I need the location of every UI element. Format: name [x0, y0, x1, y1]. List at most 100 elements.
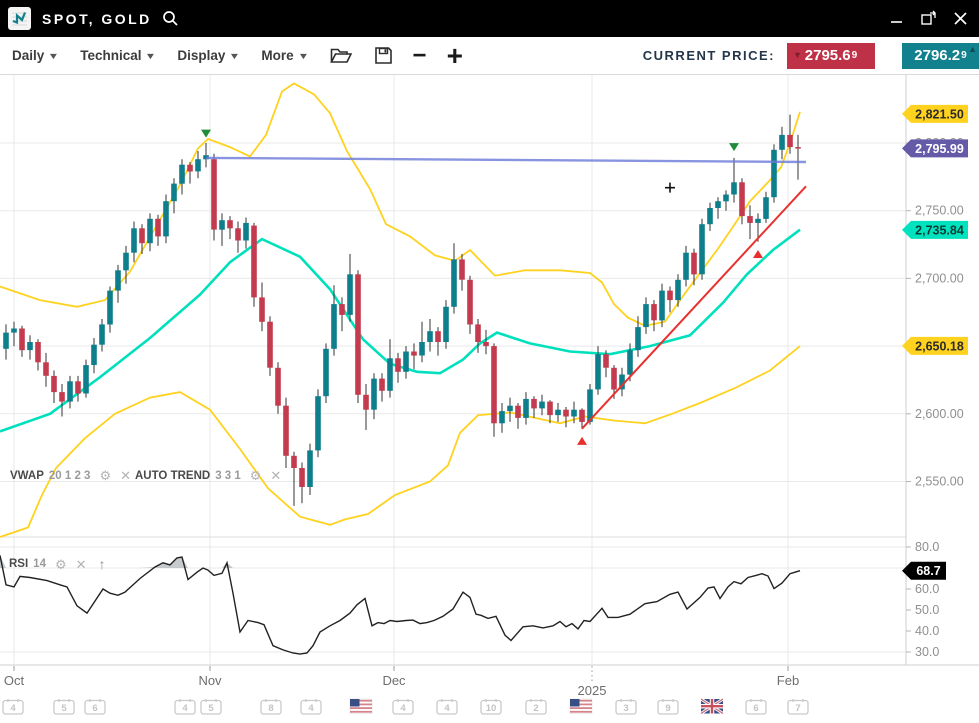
calendar-event-icon: 3 — [616, 699, 636, 714]
gear-icon[interactable]: ⚙ — [250, 469, 262, 482]
svg-text:2: 2 — [533, 703, 538, 714]
close-icon[interactable]: ✕ — [270, 469, 281, 482]
svg-text:Feb: Feb — [777, 673, 799, 688]
svg-text:2,750.00: 2,750.00 — [915, 204, 964, 218]
vwap-label: VWAP — [10, 470, 44, 482]
svg-text:4: 4 — [10, 703, 16, 714]
menu-technical-label: Technical — [80, 48, 141, 63]
bid-price-value: 2795.6 — [805, 47, 851, 64]
svg-text:4: 4 — [444, 703, 450, 714]
app-logo-icon — [8, 7, 31, 30]
calendar-events-row[interactable]: 4564584441023967 — [3, 699, 808, 714]
svg-text:2,700.00: 2,700.00 — [915, 271, 964, 285]
current-price-label: CURRENT PRICE: — [643, 48, 775, 63]
calendar-event-icon: 8 — [261, 699, 281, 714]
down-arrow-icon: ▼ — [793, 51, 802, 60]
svg-text:68.7: 68.7 — [916, 564, 940, 578]
calendar-event-icon: 5 — [54, 699, 74, 714]
open-folder-icon[interactable] — [330, 47, 352, 64]
svg-text:60.0: 60.0 — [915, 582, 939, 596]
svg-text:2,650.18: 2,650.18 — [915, 339, 964, 353]
chevron-down-icon: ▼ — [145, 51, 157, 61]
calendar-event-icon: 4 — [3, 699, 23, 714]
rsi-params: 14 — [33, 558, 46, 570]
svg-text:80.0: 80.0 — [915, 540, 939, 554]
chevron-down-icon: ▼ — [229, 51, 241, 61]
calendar-event-icon: 5 — [201, 699, 221, 714]
svg-text:Nov: Nov — [198, 673, 222, 688]
menu-timeframe-label: Daily — [12, 48, 44, 63]
menu-more-label: More — [261, 48, 293, 63]
ask-price-badge: ▲ 2796.29 — [902, 43, 979, 69]
chevron-down-icon: ▼ — [297, 51, 309, 61]
calendar-event-icon: 6 — [746, 699, 766, 714]
menu-display[interactable]: Display ▼ — [177, 48, 239, 63]
calendar-event-icon: 2 — [526, 699, 546, 714]
calendar-event-icon: 9 — [658, 699, 678, 714]
autotrend-params: 3 3 1 — [215, 470, 241, 482]
svg-text:6: 6 — [92, 703, 97, 714]
close-icon[interactable] — [947, 6, 973, 32]
menu-technical[interactable]: Technical ▼ — [80, 48, 155, 63]
candlesticks — [3, 115, 801, 506]
svg-text:3: 3 — [623, 703, 628, 714]
menu-more[interactable]: More ▼ — [261, 48, 307, 63]
price-chart-svg[interactable]: 2,800.002,750.002,700.002,650.002,600.00… — [0, 75, 979, 723]
svg-text:6: 6 — [753, 703, 758, 714]
autotrend-indicator-legend: AUTO TREND 3 3 1 ⚙ ✕ — [135, 469, 281, 482]
menu-timeframe[interactable]: Daily ▼ — [12, 48, 58, 63]
menu-display-label: Display — [177, 48, 225, 63]
svg-text:7: 7 — [795, 703, 800, 714]
price-badges: 2,821.50 2,795.99 2,735.84 2,650.18 68.7 — [902, 105, 968, 580]
svg-text:2,600.00: 2,600.00 — [915, 407, 964, 421]
gear-icon[interactable]: ⚙ — [99, 469, 111, 482]
calendar-event-icon: 4 — [437, 699, 457, 714]
svg-text:4: 4 — [400, 703, 406, 714]
symbol-title: SPOT, GOLD — [42, 11, 152, 27]
vwap-params: 20 1 2 3 — [49, 470, 91, 482]
vwap-indicator-legend: VWAP 20 1 2 3 ⚙ ✕ — [10, 469, 131, 482]
calendar-event-icon: 4 — [175, 699, 195, 714]
svg-text:40.0: 40.0 — [915, 624, 939, 638]
calendar-event-icon: 4 — [393, 699, 413, 714]
close-icon[interactable]: ✕ — [120, 469, 131, 482]
gear-icon[interactable]: ⚙ — [55, 558, 67, 571]
save-icon[interactable] — [374, 46, 393, 65]
zoom-out-button[interactable]: − — [413, 46, 427, 66]
trading-app-window: SPOT, GOLD Daily ▼ — [0, 0, 979, 723]
us-flag-icon — [570, 699, 592, 714]
svg-text:2025: 2025 — [578, 683, 607, 698]
search-icon[interactable] — [162, 10, 179, 27]
svg-text:4: 4 — [182, 703, 188, 714]
bid-price-badge: ▼ 2795.69 — [787, 43, 875, 69]
uk-flag-icon — [701, 699, 723, 714]
svg-text:2,550.00: 2,550.00 — [915, 475, 964, 489]
svg-text:2,821.50: 2,821.50 — [915, 107, 964, 121]
autotrend-label: AUTO TREND — [135, 470, 210, 482]
up-arrow-icon: ▲ — [968, 45, 977, 54]
svg-text:2,735.84: 2,735.84 — [915, 223, 964, 237]
ask-price-value: 2796.2 — [914, 47, 960, 64]
svg-text:5: 5 — [61, 703, 67, 714]
calendar-event-icon: 4 — [301, 699, 321, 714]
chart-toolbar: Daily ▼ Technical ▼ Display ▼ More ▼ — [0, 37, 979, 75]
close-icon[interactable]: ✕ — [76, 558, 87, 571]
rsi-pane — [0, 555, 800, 654]
chevron-down-icon: ▼ — [48, 51, 60, 61]
minimize-button[interactable] — [883, 6, 909, 32]
zoom-in-button[interactable]: + — [447, 46, 463, 66]
popout-button[interactable] — [915, 6, 941, 32]
us-flag-icon — [350, 699, 372, 714]
svg-text:8: 8 — [268, 703, 273, 714]
rsi-label: RSI — [9, 558, 28, 570]
time-axis[interactable]: OctNovDec2025Feb — [0, 665, 979, 698]
autotrend-lines[interactable] — [206, 158, 806, 429]
svg-text:30.0: 30.0 — [915, 645, 939, 659]
title-bar: SPOT, GOLD — [0, 0, 979, 37]
svg-text:5: 5 — [208, 703, 214, 714]
chart-canvas[interactable]: 2,800.002,750.002,700.002,650.002,600.00… — [0, 75, 979, 723]
svg-text:2,795.99: 2,795.99 — [915, 142, 964, 156]
svg-text:Oct: Oct — [4, 673, 25, 688]
svg-text:50.0: 50.0 — [915, 603, 939, 617]
move-pane-up-icon[interactable]: ↑ — [99, 556, 106, 572]
